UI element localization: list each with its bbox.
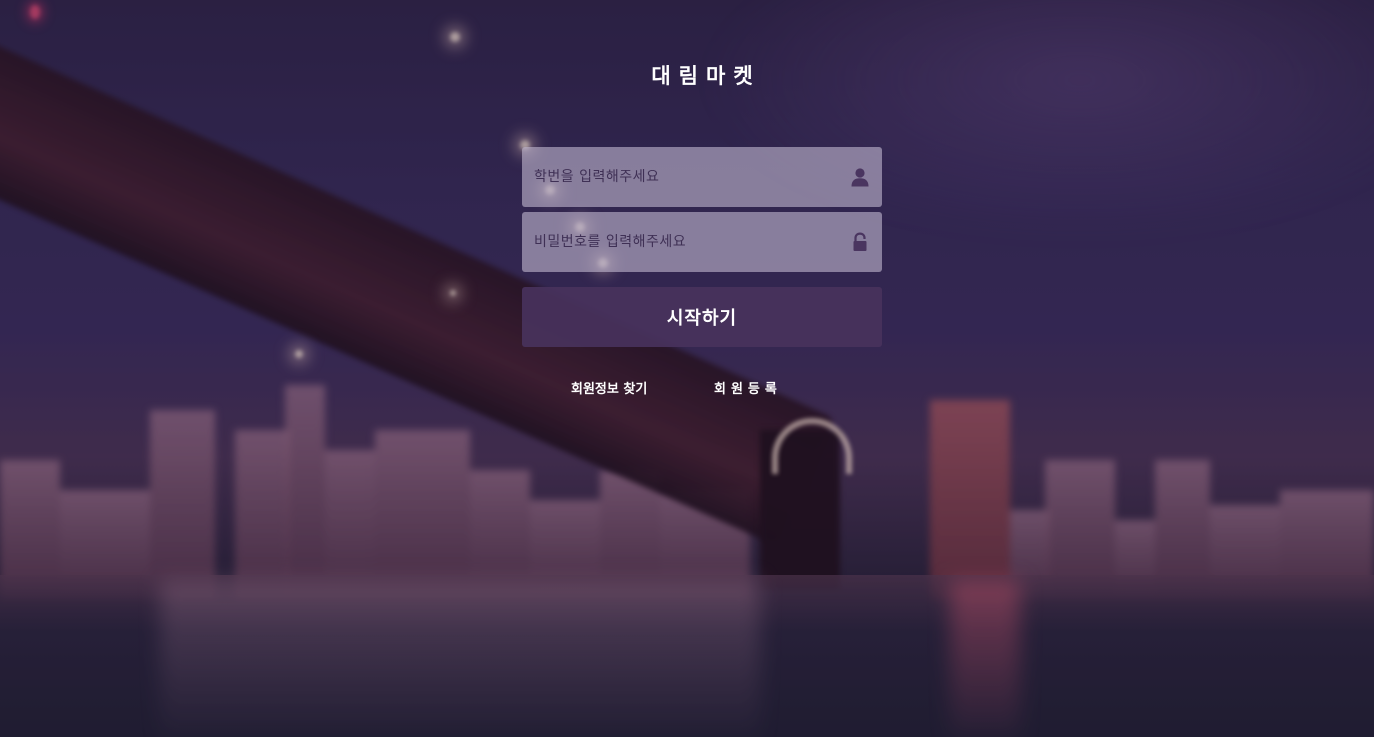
student-id-input[interactable] bbox=[522, 147, 842, 207]
app-title: 대림마켓 bbox=[651, 64, 761, 88]
register-link[interactable]: 회원등록 bbox=[714, 378, 782, 397]
student-id-field bbox=[522, 147, 882, 207]
start-button[interactable]: 시작하기 bbox=[522, 287, 882, 347]
account-links: 회원정보 찾기 회원등록 bbox=[522, 378, 882, 398]
password-input[interactable] bbox=[522, 212, 842, 272]
user-icon bbox=[851, 168, 869, 187]
background-overlay bbox=[0, 0, 1374, 737]
password-field bbox=[522, 212, 882, 272]
background-image bbox=[0, 0, 1374, 737]
lock-icon bbox=[853, 232, 867, 251]
find-account-link[interactable]: 회원정보 찾기 bbox=[571, 378, 647, 397]
